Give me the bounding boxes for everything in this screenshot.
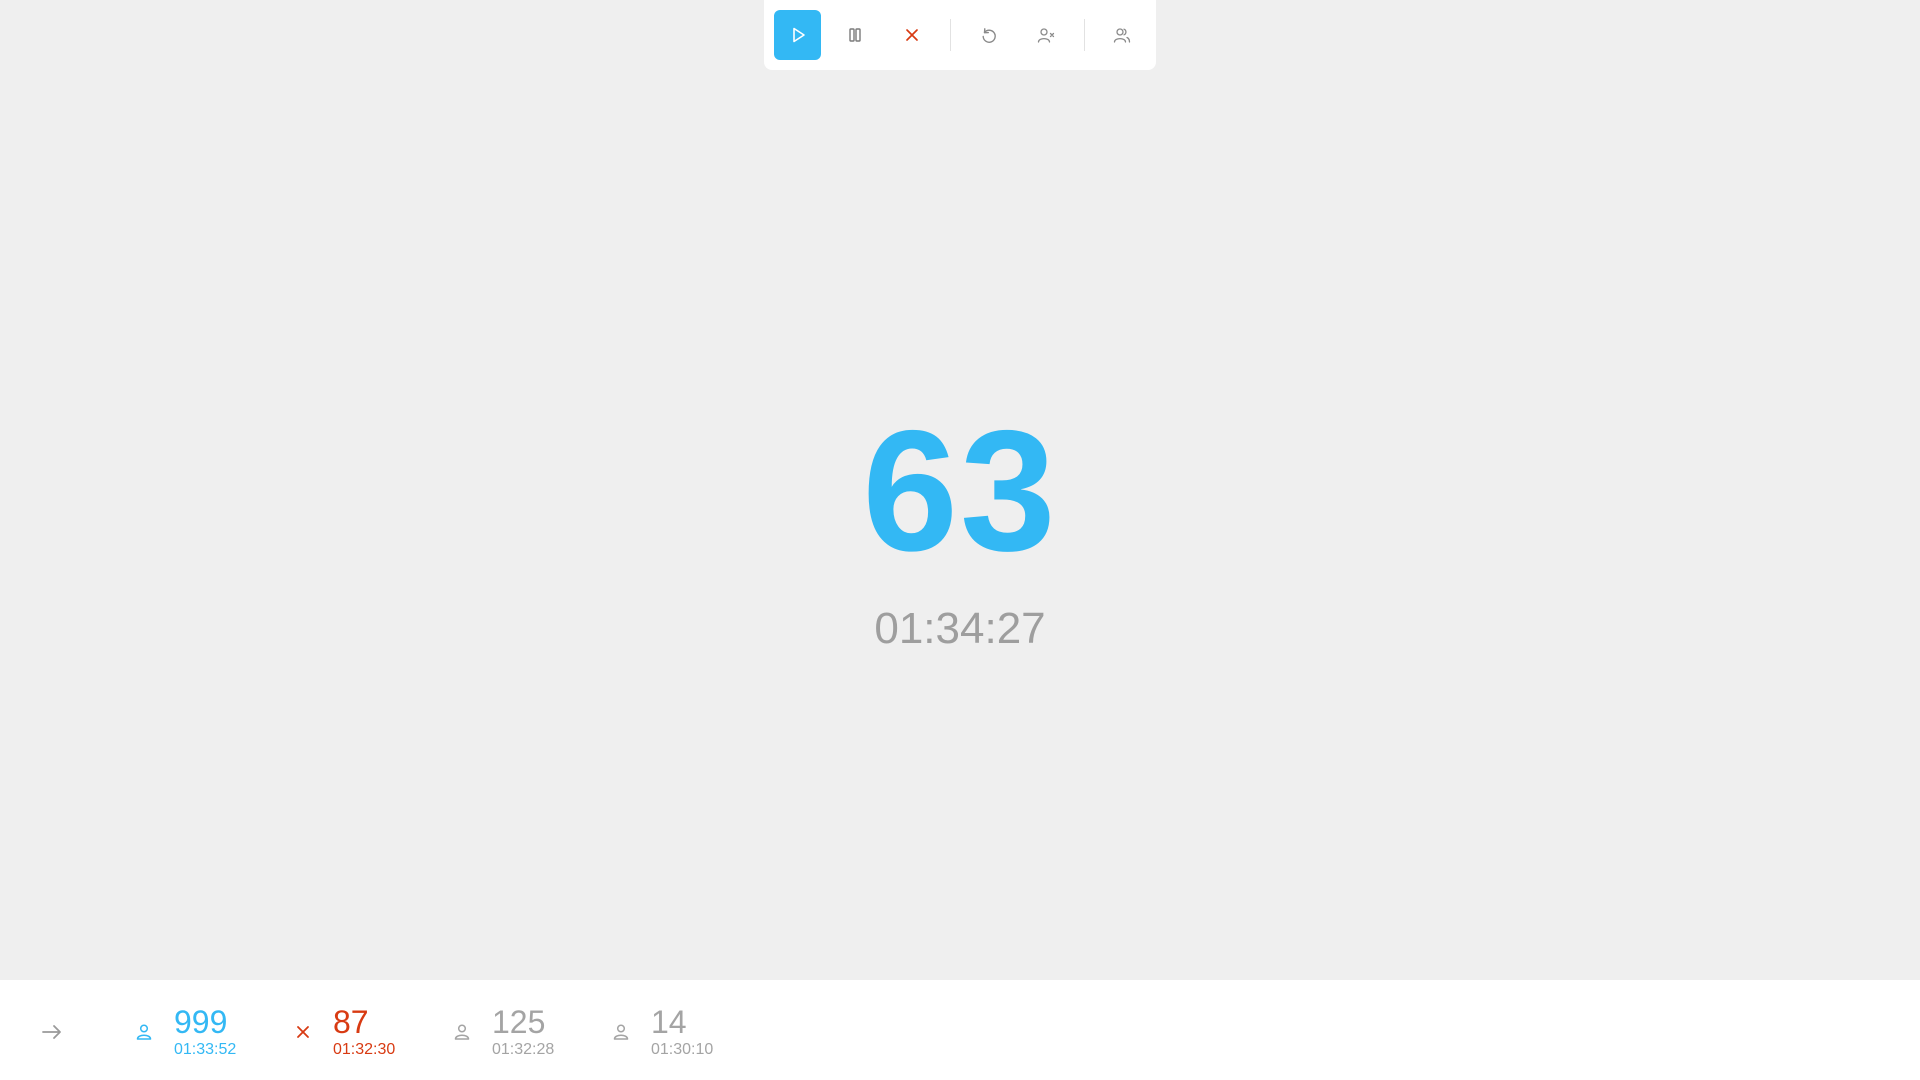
pause-button[interactable] bbox=[831, 10, 878, 60]
play-icon bbox=[792, 27, 805, 43]
users-button[interactable] bbox=[1099, 10, 1146, 60]
toolbar-divider bbox=[950, 19, 951, 51]
close-icon bbox=[906, 29, 919, 41]
user-icon bbox=[454, 1024, 470, 1040]
user-icon bbox=[613, 1024, 629, 1040]
history-time: 01:32:28 bbox=[492, 1041, 555, 1058]
stop-button[interactable] bbox=[889, 10, 936, 60]
history-time: 01:32:30 bbox=[333, 1041, 396, 1058]
history-value: 125 bbox=[492, 1004, 546, 1040]
user-icon bbox=[136, 1024, 152, 1040]
history-value: 14 bbox=[651, 1004, 687, 1040]
play-button[interactable] bbox=[774, 10, 822, 60]
history-value: 87 bbox=[333, 1004, 369, 1040]
remove-user-icon bbox=[1037, 28, 1055, 43]
toolbar-divider bbox=[1083, 19, 1085, 51]
history-bar: 999 01:33:52 87 01:32:30 125 01:32:28 14… bbox=[0, 980, 1920, 1080]
history-time: 01:30:10 bbox=[651, 1041, 714, 1058]
arrow-right-icon[interactable] bbox=[40, 1020, 64, 1044]
users-icon bbox=[1114, 28, 1131, 43]
reset-button[interactable] bbox=[965, 10, 1012, 60]
remove-user-button[interactable] bbox=[1022, 10, 1069, 60]
current-time: 01:34:27 bbox=[874, 604, 1046, 653]
close-icon bbox=[297, 1026, 309, 1038]
history-value: 999 bbox=[174, 1004, 228, 1040]
history-time: 01:33:52 bbox=[174, 1041, 237, 1058]
pause-icon bbox=[849, 28, 861, 42]
undo-icon bbox=[982, 28, 996, 43]
current-number: 63 bbox=[862, 395, 1058, 587]
control-toolbar bbox=[764, 0, 1156, 70]
